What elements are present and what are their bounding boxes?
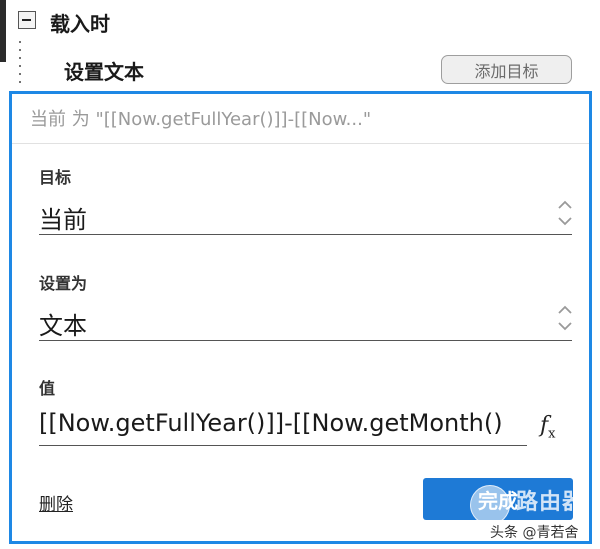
value-label: 值 [39,379,56,398]
add-target-button[interactable]: 添加目标 [441,55,572,84]
value-underline [39,445,527,446]
set-as-label: 设置为 [39,274,88,293]
target-stepper-icon[interactable] [556,198,574,228]
target-select[interactable]: 当前 [39,200,539,235]
event-title: 载入时 [50,12,110,36]
set-as-select[interactable]: 文本 [39,306,539,341]
set-as-underline [39,340,572,341]
divider [12,143,589,144]
target-underline [39,234,572,235]
fx-icon[interactable]: fx [540,413,556,441]
action-summary: 当前 为 "[[Now.getFullYear()]]-[[Now..." [30,109,372,130]
action-title[interactable]: 设置文本 [64,56,144,85]
left-edge-bar [0,0,6,62]
collapse-icon[interactable] [18,11,36,29]
target-label: 目标 [39,168,72,187]
tree-connector [19,38,21,84]
value-input[interactable]: [[Now.getFullYear()]]-[[Now.getMonth() [39,409,527,437]
delete-link[interactable]: 删除 [39,490,73,515]
set-as-stepper-icon[interactable] [556,303,574,333]
done-button[interactable]: 完成 [423,478,573,520]
